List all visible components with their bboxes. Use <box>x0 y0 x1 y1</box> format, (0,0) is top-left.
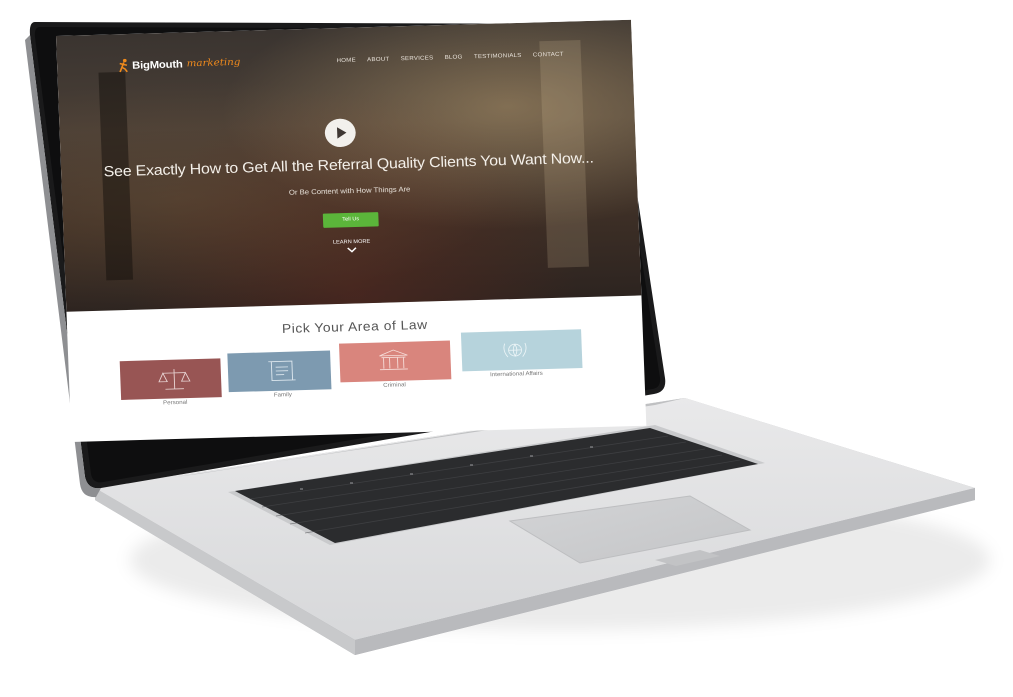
area-label-international: International Affairs <box>490 370 543 379</box>
website-screen: BigMouth marketing HOME ABOUT SERVICES B… <box>56 19 647 443</box>
play-video-button[interactable] <box>324 118 357 148</box>
scales-icon <box>158 369 191 390</box>
area-label-family: Family <box>273 392 293 399</box>
chevron-down-icon[interactable] <box>346 246 359 254</box>
play-icon <box>336 127 347 139</box>
area-card-criminal[interactable]: Criminal <box>338 340 452 389</box>
area-card-personal[interactable]: Personal <box>119 358 222 406</box>
area-card-family[interactable]: Family <box>227 350 332 398</box>
nav-about[interactable]: ABOUT <box>367 57 389 63</box>
nav-home[interactable]: HOME <box>336 58 356 64</box>
area-card-international[interactable]: International Affairs <box>460 329 583 378</box>
area-label-criminal: Criminal <box>383 382 406 389</box>
laptop-mockup: BigMouth marketing HOME ABOUT SERVICES B… <box>0 0 1013 697</box>
scroll-icon <box>268 360 296 381</box>
nav-services[interactable]: SERVICES <box>401 56 434 63</box>
logo-accent-text: marketing <box>186 57 241 70</box>
logo-primary-text: BigMouth <box>131 58 183 72</box>
hero-section: BigMouth marketing HOME ABOUT SERVICES B… <box>56 19 642 312</box>
running-figure-icon <box>119 58 128 73</box>
tell-us-button[interactable]: Tell Us <box>322 212 379 228</box>
nav-contact[interactable]: CONTACT <box>533 52 564 59</box>
nav-blog[interactable]: BLOG <box>445 55 463 61</box>
area-label-personal: Personal <box>162 399 188 407</box>
globe-laurel-icon <box>503 342 527 358</box>
courthouse-icon <box>379 349 408 371</box>
